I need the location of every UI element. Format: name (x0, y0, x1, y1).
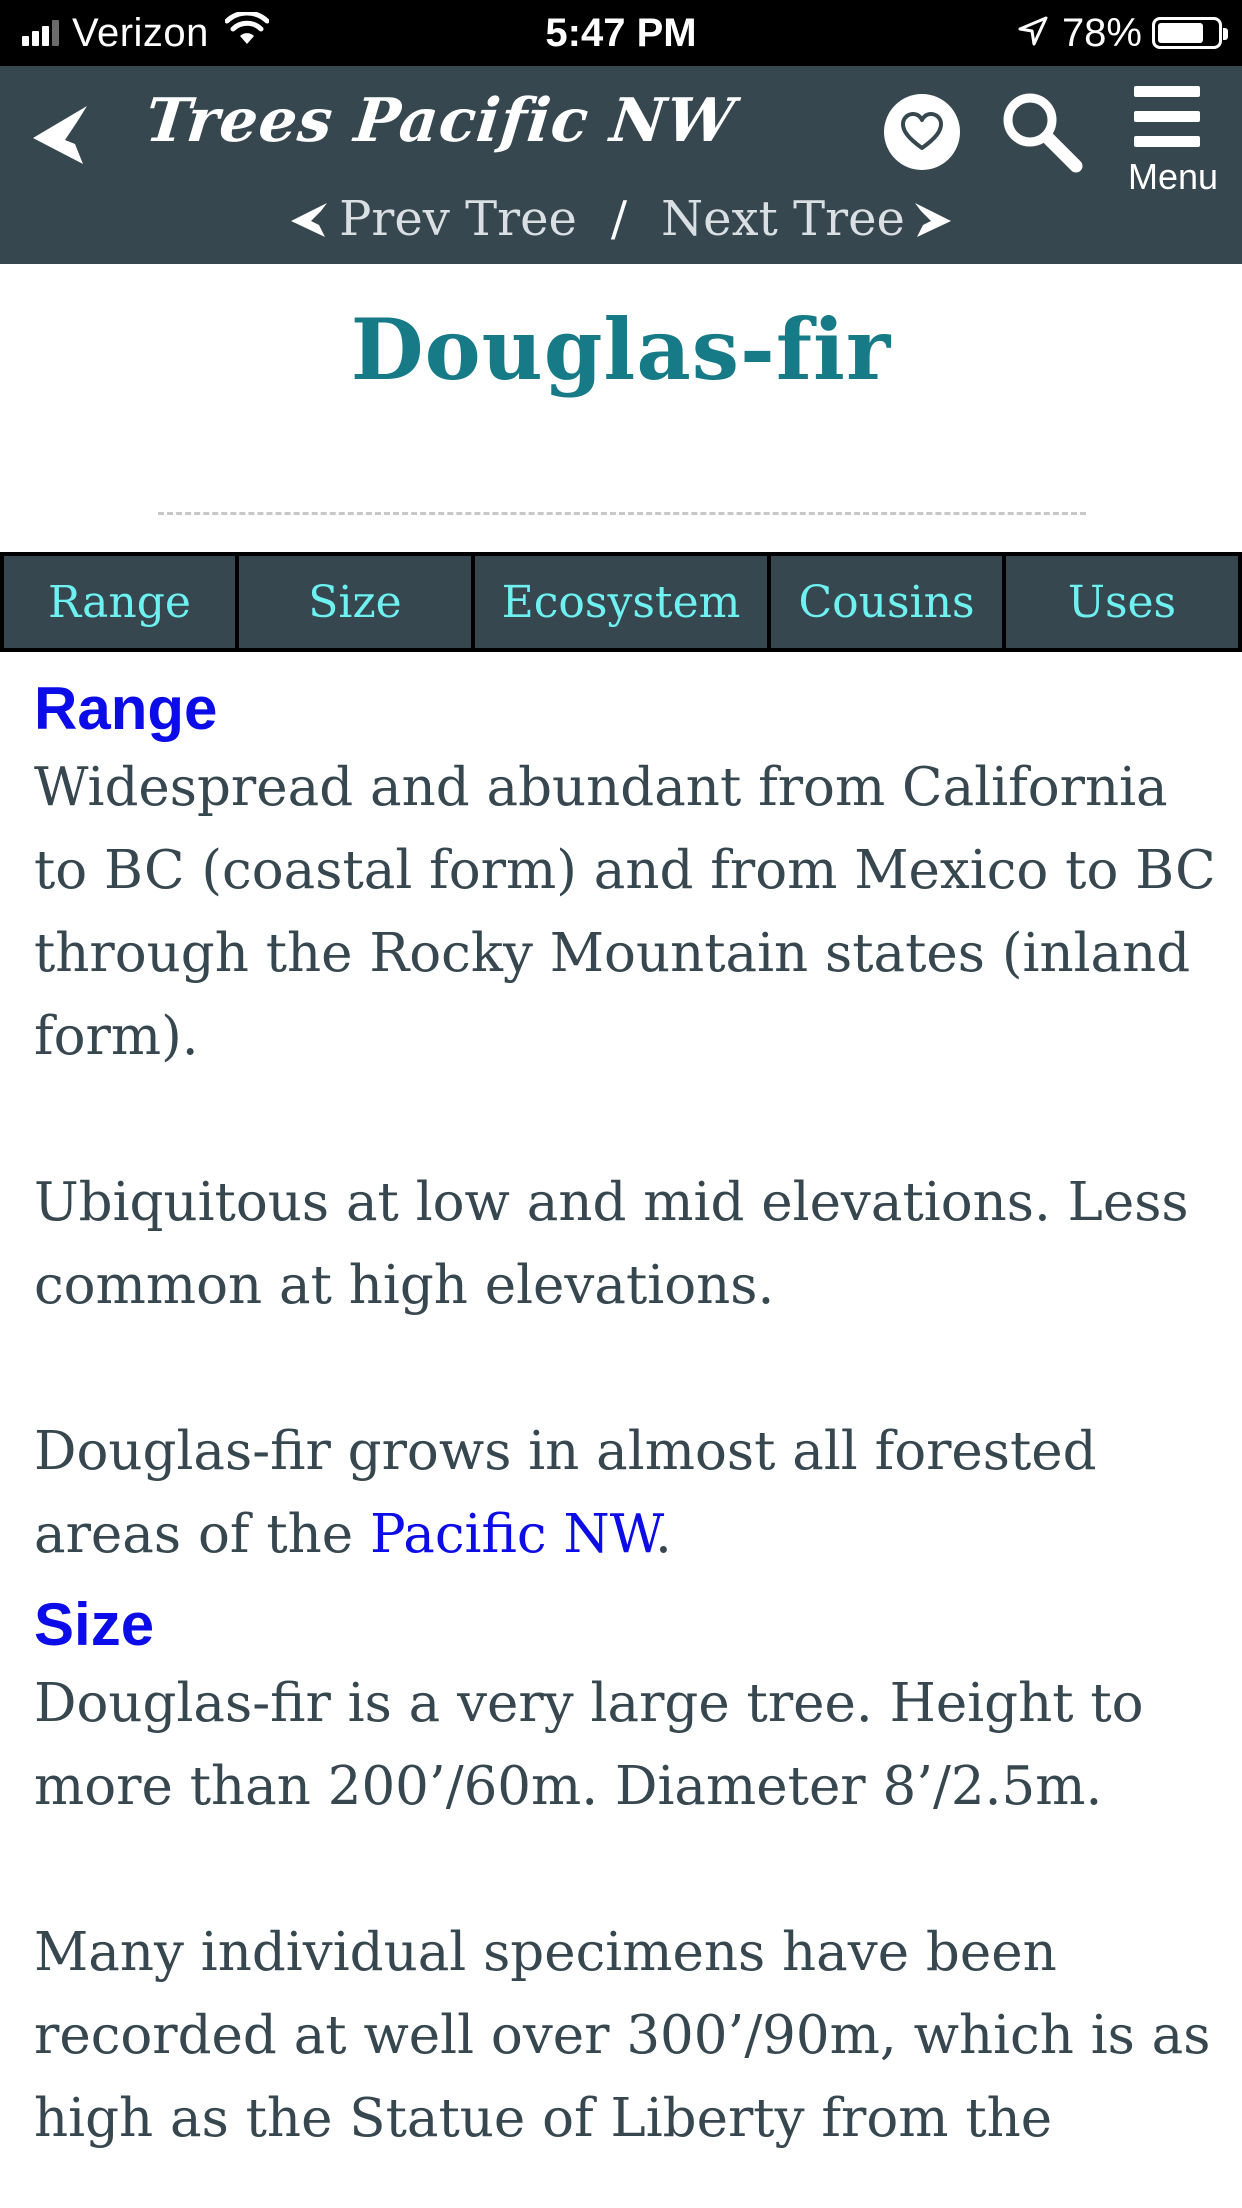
tab-uses[interactable]: Uses (1006, 556, 1238, 648)
status-bar: Verizon 5:47 PM 78% (0, 0, 1242, 66)
range-paragraph-2: Ubiquitous at low and mid elevations. Le… (34, 1172, 1189, 1316)
tab-ecosystem[interactable]: Ecosystem (475, 556, 767, 648)
range-paragraph-3-end: . (654, 1504, 672, 1565)
range-paragraph-1: Widespread and abundant from California … (34, 757, 1216, 1067)
status-right: 78% (1018, 0, 1228, 66)
next-tree-link[interactable]: Next Tree (661, 191, 955, 247)
prev-tree-link[interactable]: Prev Tree (287, 191, 577, 247)
location-arrow-icon (1018, 11, 1048, 56)
prev-arrow-icon (291, 203, 328, 237)
tab-cousins[interactable]: Cousins (771, 556, 1002, 648)
search-button[interactable] (996, 86, 1086, 176)
size-heading: Size (34, 1591, 155, 1658)
range-heading: Range (34, 675, 218, 742)
nav-separator: / (610, 191, 628, 247)
battery-icon (1152, 17, 1228, 49)
tab-range[interactable]: Range (4, 556, 235, 648)
heart-icon (901, 112, 943, 150)
search-icon (1003, 93, 1083, 173)
next-tree-label: Next Tree (661, 191, 905, 247)
battery-level-fill (1158, 23, 1203, 43)
section-tabs: Range Size Ecosystem Cousins Uses (0, 552, 1242, 652)
next-arrow-icon (914, 203, 951, 237)
tab-size[interactable]: Size (239, 556, 471, 648)
size-paragraph-1: Douglas-fir is a very large tree. Height… (34, 1673, 1144, 1817)
size-paragraph-2: Many individual specimens have been reco… (34, 1922, 1211, 2149)
app-title[interactable]: Trees Pacific NW (142, 86, 738, 156)
hamburger-menu-icon (1134, 86, 1200, 161)
back-arrow-icon (33, 106, 87, 164)
favorite-button[interactable] (884, 94, 960, 170)
title-divider (158, 512, 1086, 515)
prev-tree-label: Prev Tree (339, 191, 577, 247)
battery-percent: 78% (1061, 10, 1142, 55)
range-paragraph-3: Douglas-fir grows in almost all forested… (34, 1410, 1224, 1576)
back-button[interactable] (18, 86, 104, 182)
page-title: Douglas-fir (350, 300, 892, 399)
tree-content: Range Widespread and abundant from Calif… (34, 672, 1224, 2160)
pacific-nw-link[interactable]: Pacific NW (370, 1504, 655, 1565)
app-header: Trees Pacific NW Menu Prev Tree / Next T… (0, 66, 1242, 264)
tree-navigation: Prev Tree / Next Tree (0, 188, 1242, 250)
